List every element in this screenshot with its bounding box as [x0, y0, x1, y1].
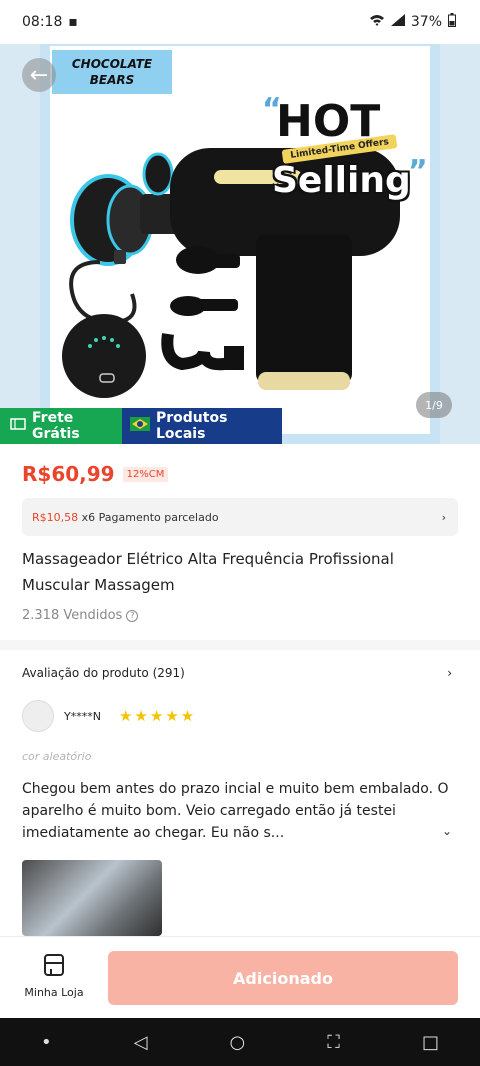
battery-level: 37% [410, 14, 442, 30]
system-navigation-bar: • ◁ ○ ⛶ □ [0, 1018, 480, 1066]
star-icon: ★ [134, 707, 148, 725]
star-icon: ★ [180, 707, 195, 725]
my-store-button[interactable]: Minha Loja [16, 953, 92, 999]
wifi-icon [369, 14, 385, 30]
installment-row[interactable]: R$10,58 x6 Pagamento parcelado › [22, 498, 458, 536]
battery-icon [448, 13, 456, 31]
reviewer-row: Y****N ★ ★ ★ ★ ★ [22, 700, 194, 732]
image-counter: 1/9 [416, 392, 452, 418]
local-products-label: Produtos Locais [156, 410, 228, 442]
my-store-label: Minha Loja [24, 986, 84, 999]
recents-icon[interactable]: □ [422, 1032, 439, 1053]
chevron-right-icon: › [441, 510, 446, 524]
review-text: Chegou bem antes do prazo incial e muito… [22, 781, 449, 841]
installment-info: R$10,58 x6 Pagamento parcelado [32, 511, 219, 524]
product-image-carousel[interactable]: CHOCOLATE BEARS ← “ HOT Limited-Time Off… [0, 44, 480, 444]
back-icon[interactable]: ◁ [134, 1032, 148, 1053]
badge-row: Frete Grátis Produtos Locais [0, 408, 282, 444]
reviews-title: Avaliação do produto (291) [22, 666, 185, 680]
product-title: Massageador Elétrico Alta Frequência Pro… [22, 550, 394, 594]
massage-gun-illustration [62, 148, 400, 398]
bottom-action-bar: Minha Loja Adicionado [0, 936, 480, 1018]
installment-text: x6 Pagamento parcelado [81, 510, 219, 524]
quote-mark-close: ” [408, 154, 428, 189]
review-photo[interactable] [22, 860, 162, 936]
review-variant: cor aleatório [22, 750, 92, 763]
selling-text: Selling [272, 160, 411, 201]
free-shipping-badge: Frete Grátis [0, 408, 122, 444]
star-rating: ★ ★ ★ ★ ★ [119, 707, 194, 725]
store-icon [43, 953, 65, 980]
chevron-down-icon[interactable]: ⌄ [442, 824, 452, 838]
reviews-header[interactable]: Avaliação do produto (291) › [22, 666, 452, 680]
local-products-badge: Produtos Locais [122, 408, 282, 444]
discount-badge: 12%CM [122, 466, 169, 482]
dot-icon: • [41, 1031, 52, 1053]
star-icon: ★ [118, 707, 133, 725]
star-icon: ★ [149, 707, 164, 725]
sold-count-row: 2.318 Vendidos ? [22, 608, 139, 623]
price-row: R$60,99 12%CM [22, 462, 169, 486]
installment-amount: R$10,58 [32, 510, 79, 524]
info-icon[interactable]: ? [126, 609, 139, 622]
star-icon: ★ [165, 707, 179, 725]
ticket-icon [10, 418, 26, 434]
screenshot-icon[interactable]: ⛶ [327, 1032, 340, 1053]
signal-icon [390, 14, 405, 30]
reviewer-name: Y****N [64, 709, 101, 723]
add-to-cart-button[interactable]: Adicionado [108, 951, 458, 1005]
clock: 08:18 [22, 14, 63, 30]
chevron-right-icon: › [447, 666, 452, 680]
free-shipping-label: Frete Grátis [32, 410, 80, 442]
notification-icon: ▪ [68, 14, 78, 30]
price: R$60,99 [22, 462, 115, 486]
sold-count: 2.318 Vendidos [22, 608, 123, 623]
brazil-flag-icon [130, 417, 150, 435]
avatar [22, 700, 54, 732]
home-icon[interactable]: ○ [230, 1032, 246, 1053]
status-bar: 08:18 ▪ 37% [0, 0, 480, 44]
section-divider [0, 640, 480, 650]
